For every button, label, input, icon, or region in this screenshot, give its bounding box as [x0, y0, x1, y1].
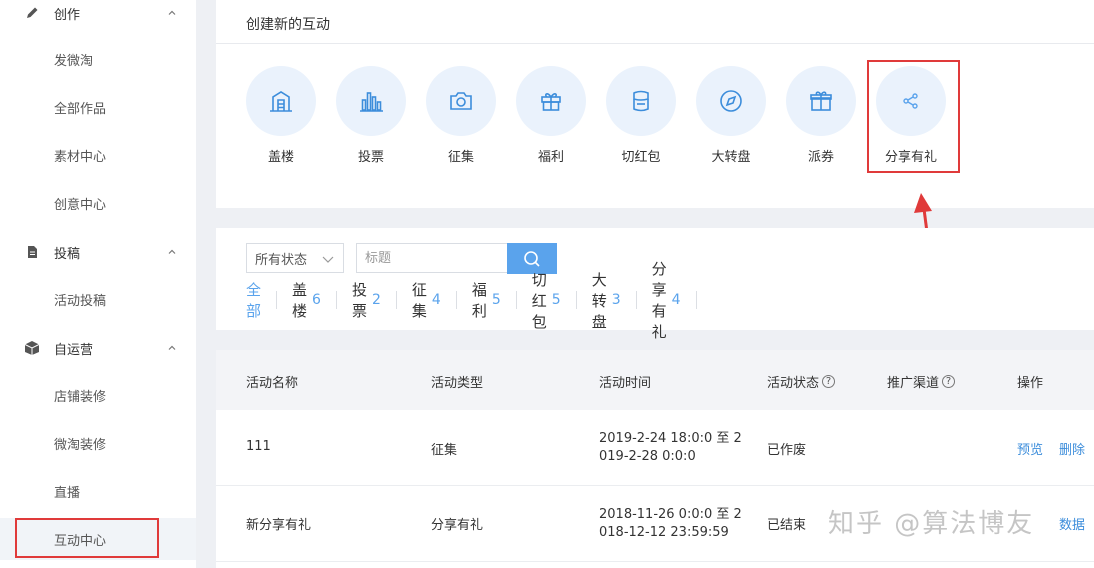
- table-header: 活动名称 活动类型 活动时间 活动状态? 推广渠道? 操作: [216, 350, 1094, 410]
- cell-status: 已结束: [767, 518, 807, 533]
- type-label: 征集: [447, 150, 474, 165]
- type-circle: [336, 66, 406, 136]
- cell-time: 2018-11-26 0:0:0 至 2 018-12-12 23:59:59: [599, 507, 742, 540]
- type-label: 大转盘: [711, 150, 751, 165]
- filter-tabs: 全部 盖楼 6 投票 2 征集 4 福利 5 切红包 5 大转盘 3 分享有礼 4: [246, 260, 697, 341]
- data-link[interactable]: 数据: [1059, 514, 1085, 533]
- filter-tab-all[interactable]: 全部: [246, 281, 278, 320]
- building-icon: [270, 91, 292, 112]
- help-icon[interactable]: ?: [822, 375, 836, 388]
- divider: [216, 43, 1094, 44]
- nav-group-label: 创作: [54, 7, 81, 23]
- filter-tab-collect[interactable]: 征集 4: [397, 281, 457, 320]
- chevron-up-icon[interactable]: [166, 246, 178, 258]
- type-label: 投票: [357, 150, 384, 165]
- compass-icon: [720, 90, 742, 112]
- type-collect[interactable]: 征集: [426, 66, 496, 165]
- type-vote[interactable]: 投票: [336, 66, 406, 165]
- nav-group-submit[interactable]: 投稿: [0, 239, 196, 265]
- header-channel: 推广渠道?: [887, 372, 956, 391]
- type-label: 切红包: [621, 150, 661, 165]
- header-status: 活动状态?: [767, 372, 836, 391]
- table-row: 111 征集 2019-2-24 18:0:0 至 2 019-2-28 0:0…: [216, 410, 1094, 486]
- type-circle: [516, 66, 586, 136]
- type-label: 盖楼: [267, 150, 294, 165]
- cell-name: 111: [246, 439, 271, 454]
- tab-count: 2: [371, 292, 381, 308]
- camera-icon: [450, 92, 472, 110]
- tab-count: 5: [551, 292, 561, 308]
- chevron-up-icon[interactable]: [166, 7, 178, 19]
- gift-icon: [541, 93, 561, 111]
- tab-count: 3: [611, 292, 621, 308]
- search-icon: [524, 250, 540, 267]
- create-title: 创建新的互动: [246, 17, 330, 33]
- preview-link[interactable]: 预览: [1017, 439, 1043, 458]
- status-select[interactable]: 所有状态: [246, 243, 344, 273]
- sidebar-item-activity-submit[interactable]: 活动投稿: [0, 284, 196, 314]
- header-name: 活动名称: [246, 376, 299, 391]
- highlight-box: [15, 518, 159, 558]
- cell-type: 征集: [431, 443, 458, 458]
- sidebar-item-live[interactable]: 直播: [0, 476, 196, 506]
- filter-tab-welfare[interactable]: 福利 5: [457, 281, 517, 320]
- type-wheel[interactable]: 大转盘: [696, 66, 766, 165]
- delete-link[interactable]: 删除: [1059, 439, 1085, 458]
- chevron-down-icon: [322, 256, 334, 263]
- filter-tab-vote[interactable]: 投票 2: [337, 281, 397, 320]
- header-time: 活动时间: [599, 376, 652, 391]
- cell-time: 2019-2-24 18:0:0 至 2 019-2-28 0:0:0: [599, 431, 742, 464]
- red-packet-icon: [633, 90, 649, 112]
- type-coupon[interactable]: 派券: [786, 66, 856, 165]
- sidebar-item-materials[interactable]: 素材中心: [0, 140, 196, 170]
- header-ops: 操作: [1017, 376, 1044, 391]
- filter-tab-red-packet[interactable]: 切红包 5: [517, 271, 577, 331]
- pencil-icon: [24, 5, 40, 21]
- sidebar-item-post[interactable]: 发微淘: [0, 44, 196, 74]
- type-circle: [606, 66, 676, 136]
- highlight-box: [867, 60, 960, 173]
- sidebar-item-all-works[interactable]: 全部作品: [0, 92, 196, 122]
- type-building[interactable]: 盖楼: [246, 66, 316, 165]
- tab-count: 6: [312, 292, 321, 308]
- sidebar-item-shop-decor[interactable]: 店铺装修: [0, 380, 196, 410]
- filter-tab-wheel[interactable]: 大转盘 3: [577, 271, 637, 331]
- tab-count: 4: [431, 292, 441, 308]
- filter-tab-building[interactable]: 盖楼 6: [277, 281, 337, 320]
- header-type: 活动类型: [431, 376, 484, 391]
- type-label: 福利: [537, 150, 564, 165]
- filter-tab-share-gift[interactable]: 分享有礼 4: [637, 260, 697, 341]
- chevron-up-icon[interactable]: [166, 342, 178, 354]
- sidebar-item-weitao-decor[interactable]: 微淘装修: [0, 428, 196, 458]
- type-circle: [246, 66, 316, 136]
- cell-status: 已作废: [767, 443, 807, 458]
- help-icon[interactable]: ?: [942, 375, 956, 388]
- type-circle: [786, 66, 856, 136]
- cell-name: 新分享有礼: [246, 518, 312, 533]
- cell-type: 分享有礼: [431, 518, 484, 533]
- sidebar-item-creative[interactable]: 创意中心: [0, 188, 196, 218]
- sidebar: 创作 发微淘 全部作品 素材中心 创意中心 投稿 活动投稿 自运营 店铺装修 微…: [0, 0, 196, 568]
- nav-group-label: 自运营: [54, 342, 94, 358]
- nav-group-self-operation[interactable]: 自运营: [0, 335, 196, 361]
- box-icon: [24, 340, 40, 356]
- coupon-gift-icon: [810, 91, 832, 111]
- type-label: 派券: [807, 150, 834, 165]
- tab-count: 4: [671, 292, 681, 308]
- type-circle: [696, 66, 766, 136]
- watermark: 知乎 @算法博友: [828, 509, 1035, 539]
- type-red-packet[interactable]: 切红包: [606, 66, 676, 165]
- nav-group-create[interactable]: 创作: [0, 0, 196, 26]
- bar-chart-icon: [360, 92, 383, 112]
- title-search-input[interactable]: [356, 243, 508, 273]
- create-panel: 创建新的互动 盖楼 投票 征集 福利 切红包 大转盘 派券 分享有礼: [216, 0, 1094, 208]
- document-icon: [24, 244, 40, 260]
- nav-group-label: 投稿: [54, 246, 81, 262]
- tab-count: 5: [491, 292, 501, 308]
- type-circle: [426, 66, 496, 136]
- type-welfare[interactable]: 福利: [516, 66, 586, 165]
